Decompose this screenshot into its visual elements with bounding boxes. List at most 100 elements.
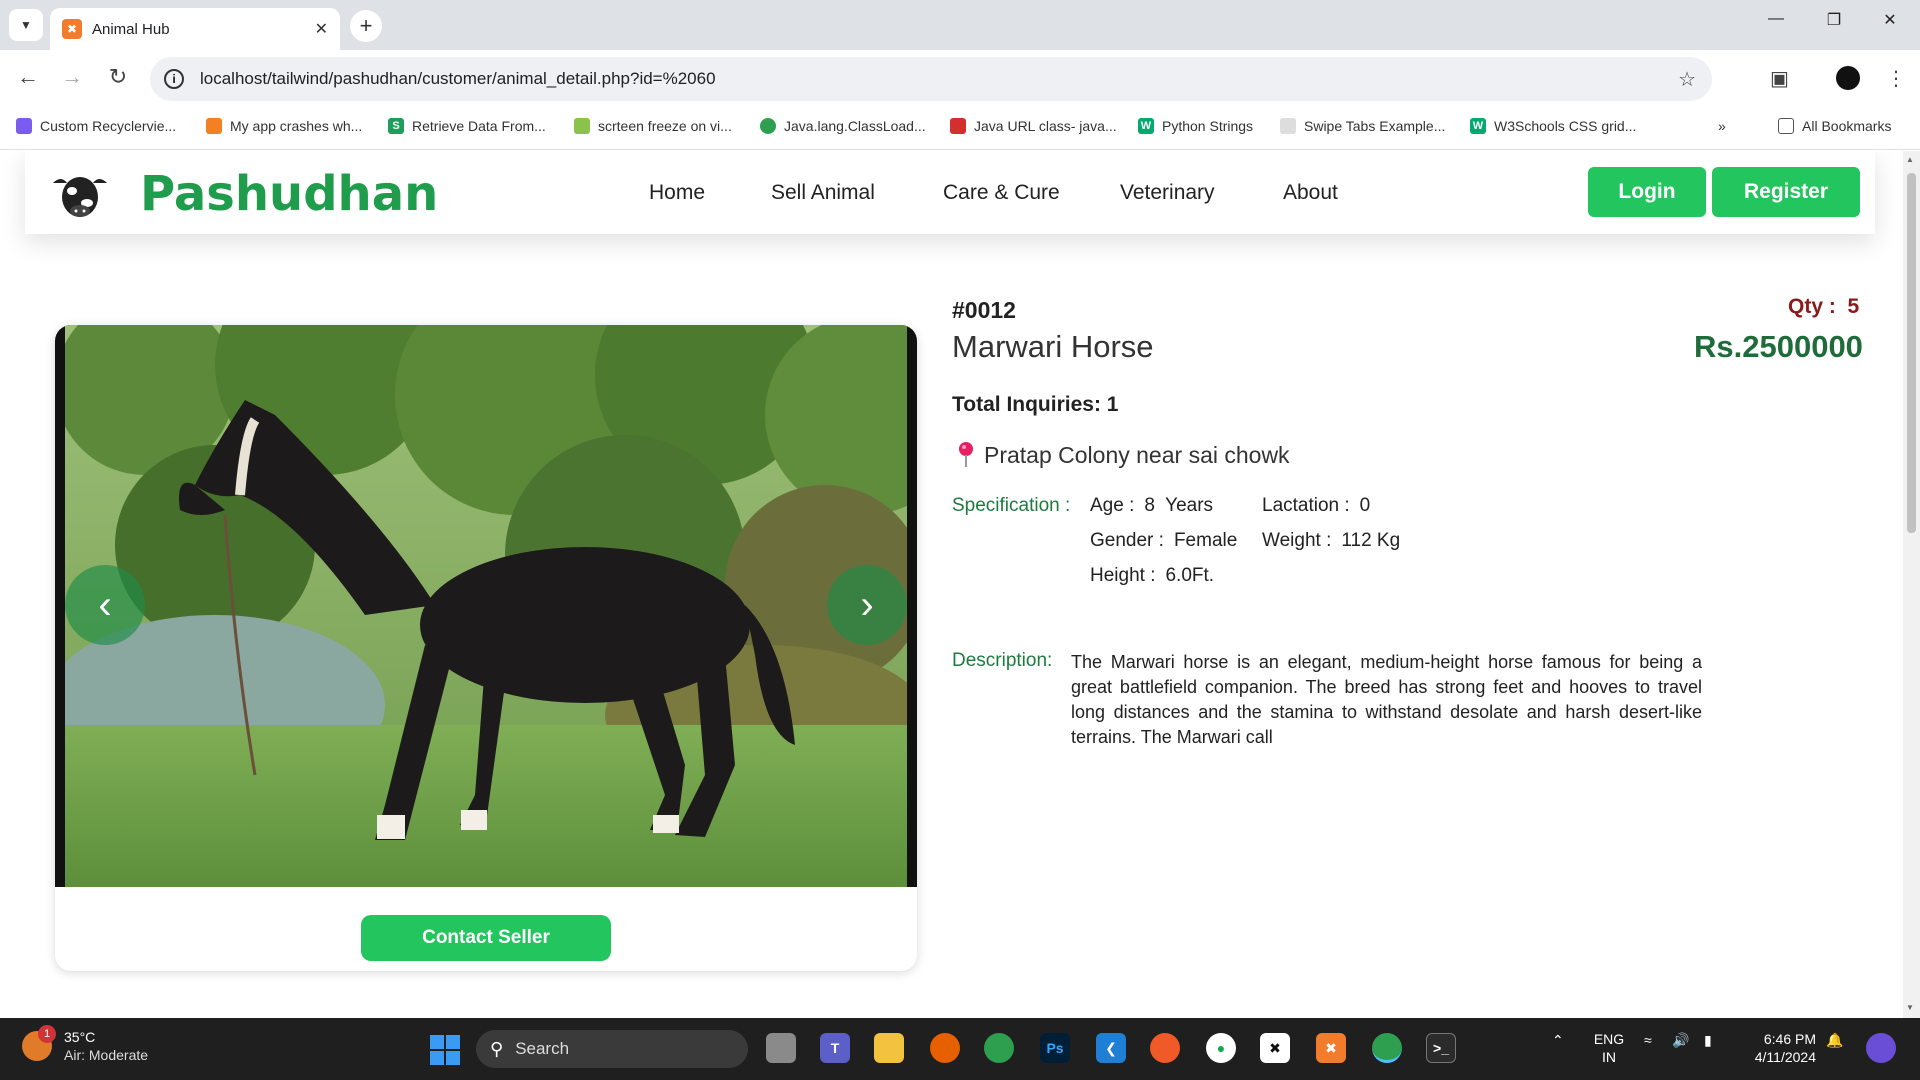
spec-value: 0: [1359, 495, 1371, 516]
bookmark-item[interactable]: Java URL class- java...: [950, 118, 1117, 134]
bookmark-item[interactable]: W W3Schools CSS grid...: [1470, 118, 1636, 134]
capcut-icon[interactable]: ✖: [1260, 1033, 1290, 1063]
minimize-icon[interactable]: —: [1756, 10, 1796, 28]
bookmark-item[interactable]: Swipe Tabs Example...: [1280, 118, 1445, 134]
all-bookmarks[interactable]: All Bookmarks: [1778, 118, 1891, 134]
chrome-icon[interactable]: [984, 1033, 1014, 1063]
vscode-icon[interactable]: ❮: [1096, 1033, 1126, 1063]
location-text: Pratap Colony near sai chowk: [984, 441, 1290, 468]
site-info-icon[interactable]: i: [164, 69, 184, 89]
scroll-thumb[interactable]: [1907, 173, 1916, 533]
quantity: Qty : 5: [1788, 295, 1859, 319]
animal-name: Marwari Horse: [952, 329, 1154, 364]
menu-kebab-icon[interactable]: ⋮: [1886, 66, 1906, 91]
bookmark-star-icon[interactable]: ☆: [1678, 67, 1696, 92]
scroll-down-icon[interactable]: ▼: [1906, 1003, 1914, 1012]
login-button[interactable]: Login: [1588, 167, 1706, 217]
tab-search-chevron-icon[interactable]: ▼: [9, 9, 43, 41]
notification-badge: 1: [38, 1025, 56, 1043]
weather-temperature: 35°C: [64, 1029, 96, 1045]
close-tab-icon[interactable]: ✕: [315, 19, 328, 39]
scroll-up-icon[interactable]: ▲: [1906, 155, 1914, 164]
bookmark-label: W3Schools CSS grid...: [1494, 118, 1637, 134]
all-bookmarks-label: All Bookmarks: [1802, 118, 1892, 134]
chrome-active-icon[interactable]: [1372, 1033, 1402, 1063]
cow-logo-icon[interactable]: [47, 169, 113, 219]
carousel-next-button[interactable]: ›: [827, 565, 907, 645]
animal-photo: [65, 325, 907, 887]
bookmark-item[interactable]: Java.lang.ClassLoad...: [760, 118, 926, 134]
description-text: The Marwari horse is an elegant, medium-…: [1071, 652, 1702, 747]
system-clock[interactable]: 6:46 PM 4/11/2024: [1744, 1030, 1816, 1066]
browser-tab[interactable]: ✖ Animal Hub ✕: [50, 8, 340, 50]
wifi-icon[interactable]: ≈: [1644, 1032, 1652, 1048]
map-pin-icon: [959, 442, 973, 467]
total-inquiries: Total Inquiries: 1: [952, 393, 1119, 416]
terminal-icon[interactable]: >_: [1426, 1033, 1456, 1063]
register-button[interactable]: Register: [1712, 167, 1860, 217]
more-bookmarks-icon[interactable]: »: [1718, 118, 1726, 134]
quantity-label: Qty :: [1788, 295, 1836, 318]
site-header: Pashudhan Home Sell Animal Care & Cure V…: [25, 151, 1875, 234]
spec-gender: Gender : Female: [1090, 530, 1237, 552]
battery-icon[interactable]: ▮: [1704, 1032, 1712, 1049]
contact-seller-button[interactable]: Contact Seller: [361, 915, 611, 961]
extensions-icon[interactable]: ▣: [1770, 66, 1789, 91]
windows-taskbar: 1 35°C Air: Moderate ⚲ Search T Ps ❮ ● ✖…: [0, 1018, 1920, 1080]
volume-icon[interactable]: 🔊: [1672, 1032, 1689, 1049]
xampp-icon: ✖: [62, 19, 82, 39]
back-icon[interactable]: ←: [13, 64, 43, 90]
mongodb-compass-icon[interactable]: ●: [1206, 1033, 1236, 1063]
carousel-prev-button[interactable]: ‹: [65, 565, 145, 645]
reload-icon[interactable]: ↻: [103, 64, 133, 90]
windows-start-icon[interactable]: [430, 1035, 460, 1065]
clock-date: 4/11/2024: [1754, 1049, 1816, 1065]
page-viewport: Pashudhan Home Sell Animal Care & Cure V…: [0, 151, 1903, 1018]
postman-icon[interactable]: [1150, 1033, 1180, 1063]
xampp-taskbar-icon[interactable]: ✖: [1316, 1033, 1346, 1063]
bookmark-item[interactable]: My app crashes wh...: [206, 118, 362, 134]
notification-bell-icon[interactable]: 🔔: [1826, 1032, 1843, 1049]
nav-home[interactable]: Home: [649, 181, 705, 205]
nav-veterinary[interactable]: Veterinary: [1120, 181, 1215, 205]
restore-icon[interactable]: ❐: [1814, 10, 1854, 30]
new-tab-button[interactable]: +: [350, 10, 382, 42]
bookmark-item[interactable]: W Python Strings: [1138, 118, 1253, 134]
address-bar[interactable]: i localhost/tailwind/pashudhan/customer/…: [150, 57, 1712, 101]
photoshop-icon[interactable]: Ps: [1040, 1033, 1070, 1063]
folder-icon: [1778, 118, 1794, 134]
spec-key: Weight :: [1262, 530, 1332, 551]
bookmark-label: Java.lang.ClassLoad...: [784, 118, 926, 134]
copilot-icon[interactable]: [1866, 1033, 1896, 1063]
bookmark-favicon-icon: S: [388, 118, 404, 134]
bookmark-item[interactable]: Custom Recyclervie...: [16, 118, 176, 134]
taskbar-search[interactable]: ⚲ Search: [476, 1030, 748, 1068]
page-scrollbar[interactable]: ▲ ▼: [1903, 151, 1920, 1018]
forward-icon[interactable]: →: [57, 64, 87, 90]
language-indicator[interactable]: ENG IN: [1592, 1030, 1626, 1066]
close-window-icon[interactable]: ✕: [1870, 10, 1910, 30]
location: Pratap Colony near sai chowk: [956, 441, 1290, 469]
bookmark-item[interactable]: scrteen freeze on vi...: [574, 118, 732, 134]
brand-name[interactable]: Pashudhan: [140, 166, 438, 222]
task-view-icon[interactable]: [766, 1033, 796, 1063]
bookmark-item[interactable]: S Retrieve Data From...: [388, 118, 546, 134]
tab-title: Animal Hub: [92, 20, 170, 38]
profile-avatar[interactable]: [1836, 66, 1860, 90]
animal-id: #0012: [952, 297, 1016, 323]
bookmark-label: My app crashes wh...: [230, 118, 363, 134]
nav-care-cure[interactable]: Care & Cure: [943, 181, 1060, 205]
nav-about[interactable]: About: [1283, 181, 1338, 205]
teams-icon[interactable]: T: [820, 1033, 850, 1063]
weather-icon: 1: [22, 1025, 56, 1061]
nav-sell-animal[interactable]: Sell Animal: [771, 181, 875, 205]
show-hidden-icons-icon[interactable]: ⌃: [1552, 1032, 1564, 1049]
weather-widget[interactable]: 1 35°C Air: Moderate: [22, 1025, 148, 1064]
quantity-value: 5: [1847, 295, 1860, 318]
file-explorer-icon[interactable]: [874, 1033, 904, 1063]
bookmark-favicon-icon: W: [1138, 118, 1154, 134]
spec-value: 6.0Ft.: [1165, 565, 1215, 586]
specification-label: Specification :: [952, 495, 1071, 516]
firefox-icon[interactable]: [930, 1033, 960, 1063]
browser-toolbar: ← → ↻ i localhost/tailwind/pashudhan/cus…: [0, 50, 1920, 108]
